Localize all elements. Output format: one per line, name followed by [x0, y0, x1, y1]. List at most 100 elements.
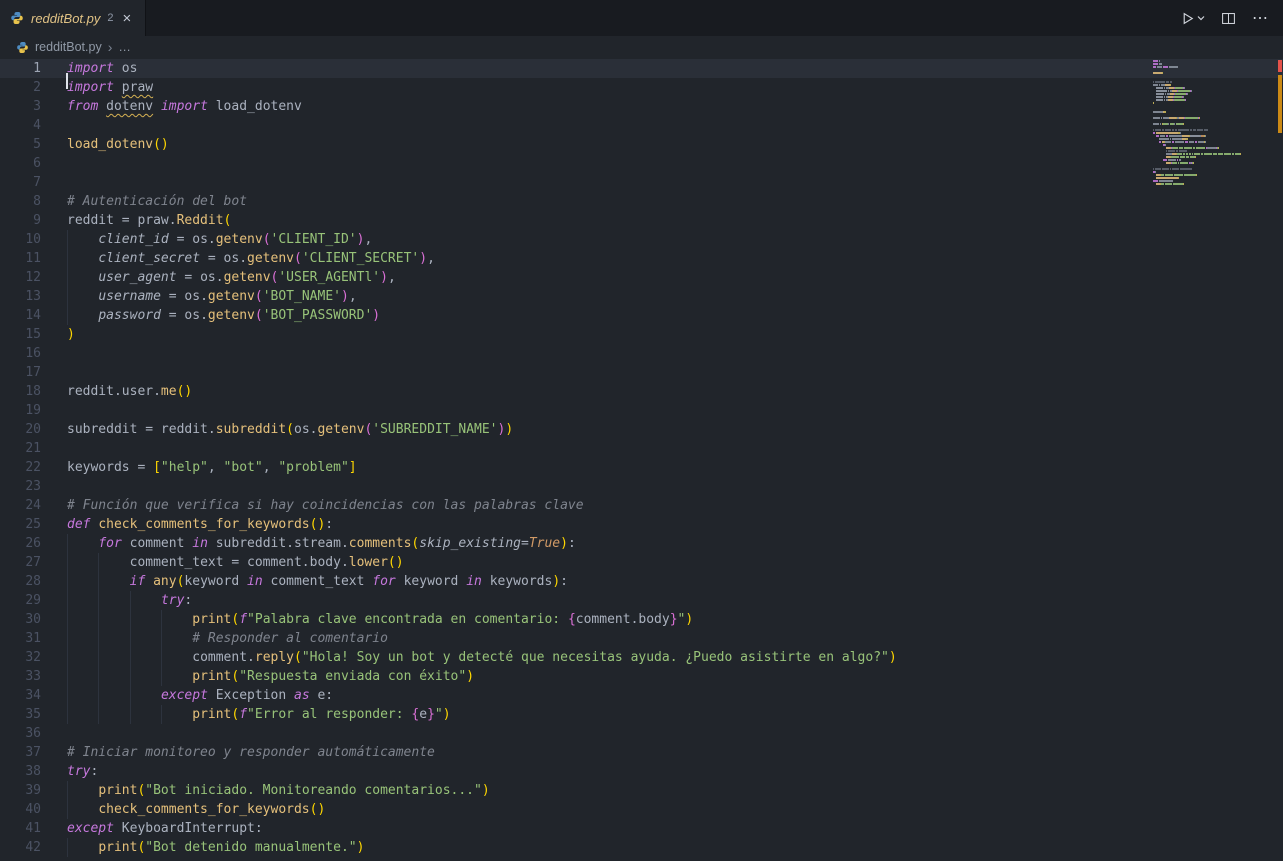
- minimap[interactable]: [1153, 60, 1265, 186]
- code-line[interactable]: 24# Función que verifica si hay coincide…: [0, 496, 1283, 515]
- line-number: 2: [0, 78, 67, 97]
- line-number: 3: [0, 97, 67, 116]
- code-line[interactable]: 29 try:: [0, 591, 1283, 610]
- line-number: 1: [0, 59, 67, 78]
- line-number: 17: [0, 363, 67, 382]
- line-number: 22: [0, 458, 67, 477]
- line-number: 32: [0, 648, 67, 667]
- line-number: 13: [0, 287, 67, 306]
- more-actions-button[interactable]: ⋯: [1252, 8, 1269, 28]
- line-number: 25: [0, 515, 67, 534]
- code-line[interactable]: 17: [0, 363, 1283, 382]
- line-number: 15: [0, 325, 67, 344]
- minimap-content: [1153, 60, 1265, 185]
- breadcrumb[interactable]: redditBot.py › …: [0, 36, 1283, 58]
- line-number: 12: [0, 268, 67, 287]
- python-file-icon: [16, 41, 29, 54]
- code-line[interactable]: 21: [0, 439, 1283, 458]
- code-line[interactable]: 36: [0, 724, 1283, 743]
- code-line[interactable]: 14 password = os.getenv('BOT_PASSWORD'): [0, 306, 1283, 325]
- line-number: 11: [0, 249, 67, 268]
- code-line[interactable]: 10 client_id = os.getenv('CLIENT_ID'),: [0, 230, 1283, 249]
- code-line[interactable]: 19: [0, 401, 1283, 420]
- code-line[interactable]: 3from dotenv import load_dotenv: [0, 97, 1283, 116]
- code-line[interactable]: 18reddit.user.me(): [0, 382, 1283, 401]
- code-line[interactable]: 5load_dotenv(): [0, 135, 1283, 154]
- code-line[interactable]: 6: [0, 154, 1283, 173]
- code-lines: 1import os2import praw3from dotenv impor…: [0, 59, 1283, 857]
- python-file-icon: [10, 11, 24, 25]
- code-line[interactable]: 40 check_comments_for_keywords(): [0, 800, 1283, 819]
- line-number: 39: [0, 781, 67, 800]
- line-number: 14: [0, 306, 67, 325]
- vscode-window: redditBot.py 2 × ⋯: [0, 0, 1283, 861]
- code-line[interactable]: 41except KeyboardInterrupt:: [0, 819, 1283, 838]
- code-line[interactable]: 32 comment.reply("Hola! Soy un bot y det…: [0, 648, 1283, 667]
- code-line[interactable]: 12 user_agent = os.getenv('USER_AGENTl')…: [0, 268, 1283, 287]
- tab-bar: redditBot.py 2 × ⋯: [0, 0, 1283, 36]
- line-number: 19: [0, 401, 67, 420]
- line-number: 23: [0, 477, 67, 496]
- line-number: 38: [0, 762, 67, 781]
- tab-redditbot-py[interactable]: redditBot.py 2 ×: [0, 0, 146, 36]
- chevron-down-icon: [1197, 14, 1205, 22]
- code-line[interactable]: 16: [0, 344, 1283, 363]
- line-number: 16: [0, 344, 67, 363]
- code-line[interactable]: 35 print(f"Error al responder: {e}"): [0, 705, 1283, 724]
- code-line[interactable]: 13 username = os.getenv('BOT_NAME'),: [0, 287, 1283, 306]
- line-number: 34: [0, 686, 67, 705]
- line-number: 10: [0, 230, 67, 249]
- code-line[interactable]: 30 print(f"Palabra clave encontrada en c…: [0, 610, 1283, 629]
- line-number: 26: [0, 534, 67, 553]
- code-line[interactable]: 9reddit = praw.Reddit(: [0, 211, 1283, 230]
- line-number: 7: [0, 173, 67, 192]
- code-line[interactable]: 25def check_comments_for_keywords():: [0, 515, 1283, 534]
- line-number: 40: [0, 800, 67, 819]
- breadcrumb-file[interactable]: redditBot.py: [35, 40, 102, 54]
- line-number: 20: [0, 420, 67, 439]
- line-number: 4: [0, 116, 67, 135]
- code-line[interactable]: 8# Autenticación del bot: [0, 192, 1283, 211]
- split-editor-icon: [1221, 11, 1236, 26]
- ruler-warning-mark: [1278, 75, 1282, 133]
- code-line[interactable]: 15): [0, 325, 1283, 344]
- code-line[interactable]: 38try:: [0, 762, 1283, 781]
- code-line[interactable]: 1import os: [0, 59, 1283, 78]
- overview-ruler[interactable]: [1269, 58, 1283, 861]
- close-tab-icon[interactable]: ×: [121, 10, 134, 27]
- run-python-file-button[interactable]: [1180, 11, 1205, 26]
- code-line[interactable]: 20subreddit = reddit.subreddit(os.getenv…: [0, 420, 1283, 439]
- code-line[interactable]: 28 if any(keyword in comment_text for ke…: [0, 572, 1283, 591]
- line-number: 37: [0, 743, 67, 762]
- line-number: 33: [0, 667, 67, 686]
- code-line[interactable]: 42 print("Bot detenido manualmente."): [0, 838, 1283, 857]
- code-line[interactable]: 22keywords = ["help", "bot", "problem"]: [0, 458, 1283, 477]
- line-number: 8: [0, 192, 67, 211]
- line-number: 36: [0, 724, 67, 743]
- play-icon: [1180, 11, 1195, 26]
- line-number: 27: [0, 553, 67, 572]
- line-number: 35: [0, 705, 67, 724]
- code-line[interactable]: 39 print("Bot iniciado. Monitoreando com…: [0, 781, 1283, 800]
- code-line[interactable]: 11 client_secret = os.getenv('CLIENT_SEC…: [0, 249, 1283, 268]
- code-line[interactable]: 2import praw: [0, 78, 1283, 97]
- code-line[interactable]: 7: [0, 173, 1283, 192]
- code-line[interactable]: 31 # Responder al comentario: [0, 629, 1283, 648]
- code-line[interactable]: 33 print("Respuesta enviada con éxito"): [0, 667, 1283, 686]
- code-line[interactable]: 23: [0, 477, 1283, 496]
- code-line[interactable]: 27 comment_text = comment.body.lower(): [0, 553, 1283, 572]
- breadcrumb-separator: ›: [108, 39, 113, 55]
- editor: 1import os2import praw3from dotenv impor…: [0, 58, 1283, 861]
- code-line[interactable]: 34 except Exception as e:: [0, 686, 1283, 705]
- line-number: 31: [0, 629, 67, 648]
- breadcrumb-more[interactable]: …: [118, 40, 131, 54]
- code-line[interactable]: 37# Iniciar monitoreo y responder automá…: [0, 743, 1283, 762]
- line-number: 18: [0, 382, 67, 401]
- split-editor-button[interactable]: [1221, 11, 1236, 26]
- line-number: 30: [0, 610, 67, 629]
- tab-badge: 2: [107, 12, 113, 24]
- code-line[interactable]: 26 for comment in subreddit.stream.comme…: [0, 534, 1283, 553]
- line-number: 41: [0, 819, 67, 838]
- ruler-warning-mark: [1278, 60, 1282, 72]
- code-line[interactable]: 4: [0, 116, 1283, 135]
